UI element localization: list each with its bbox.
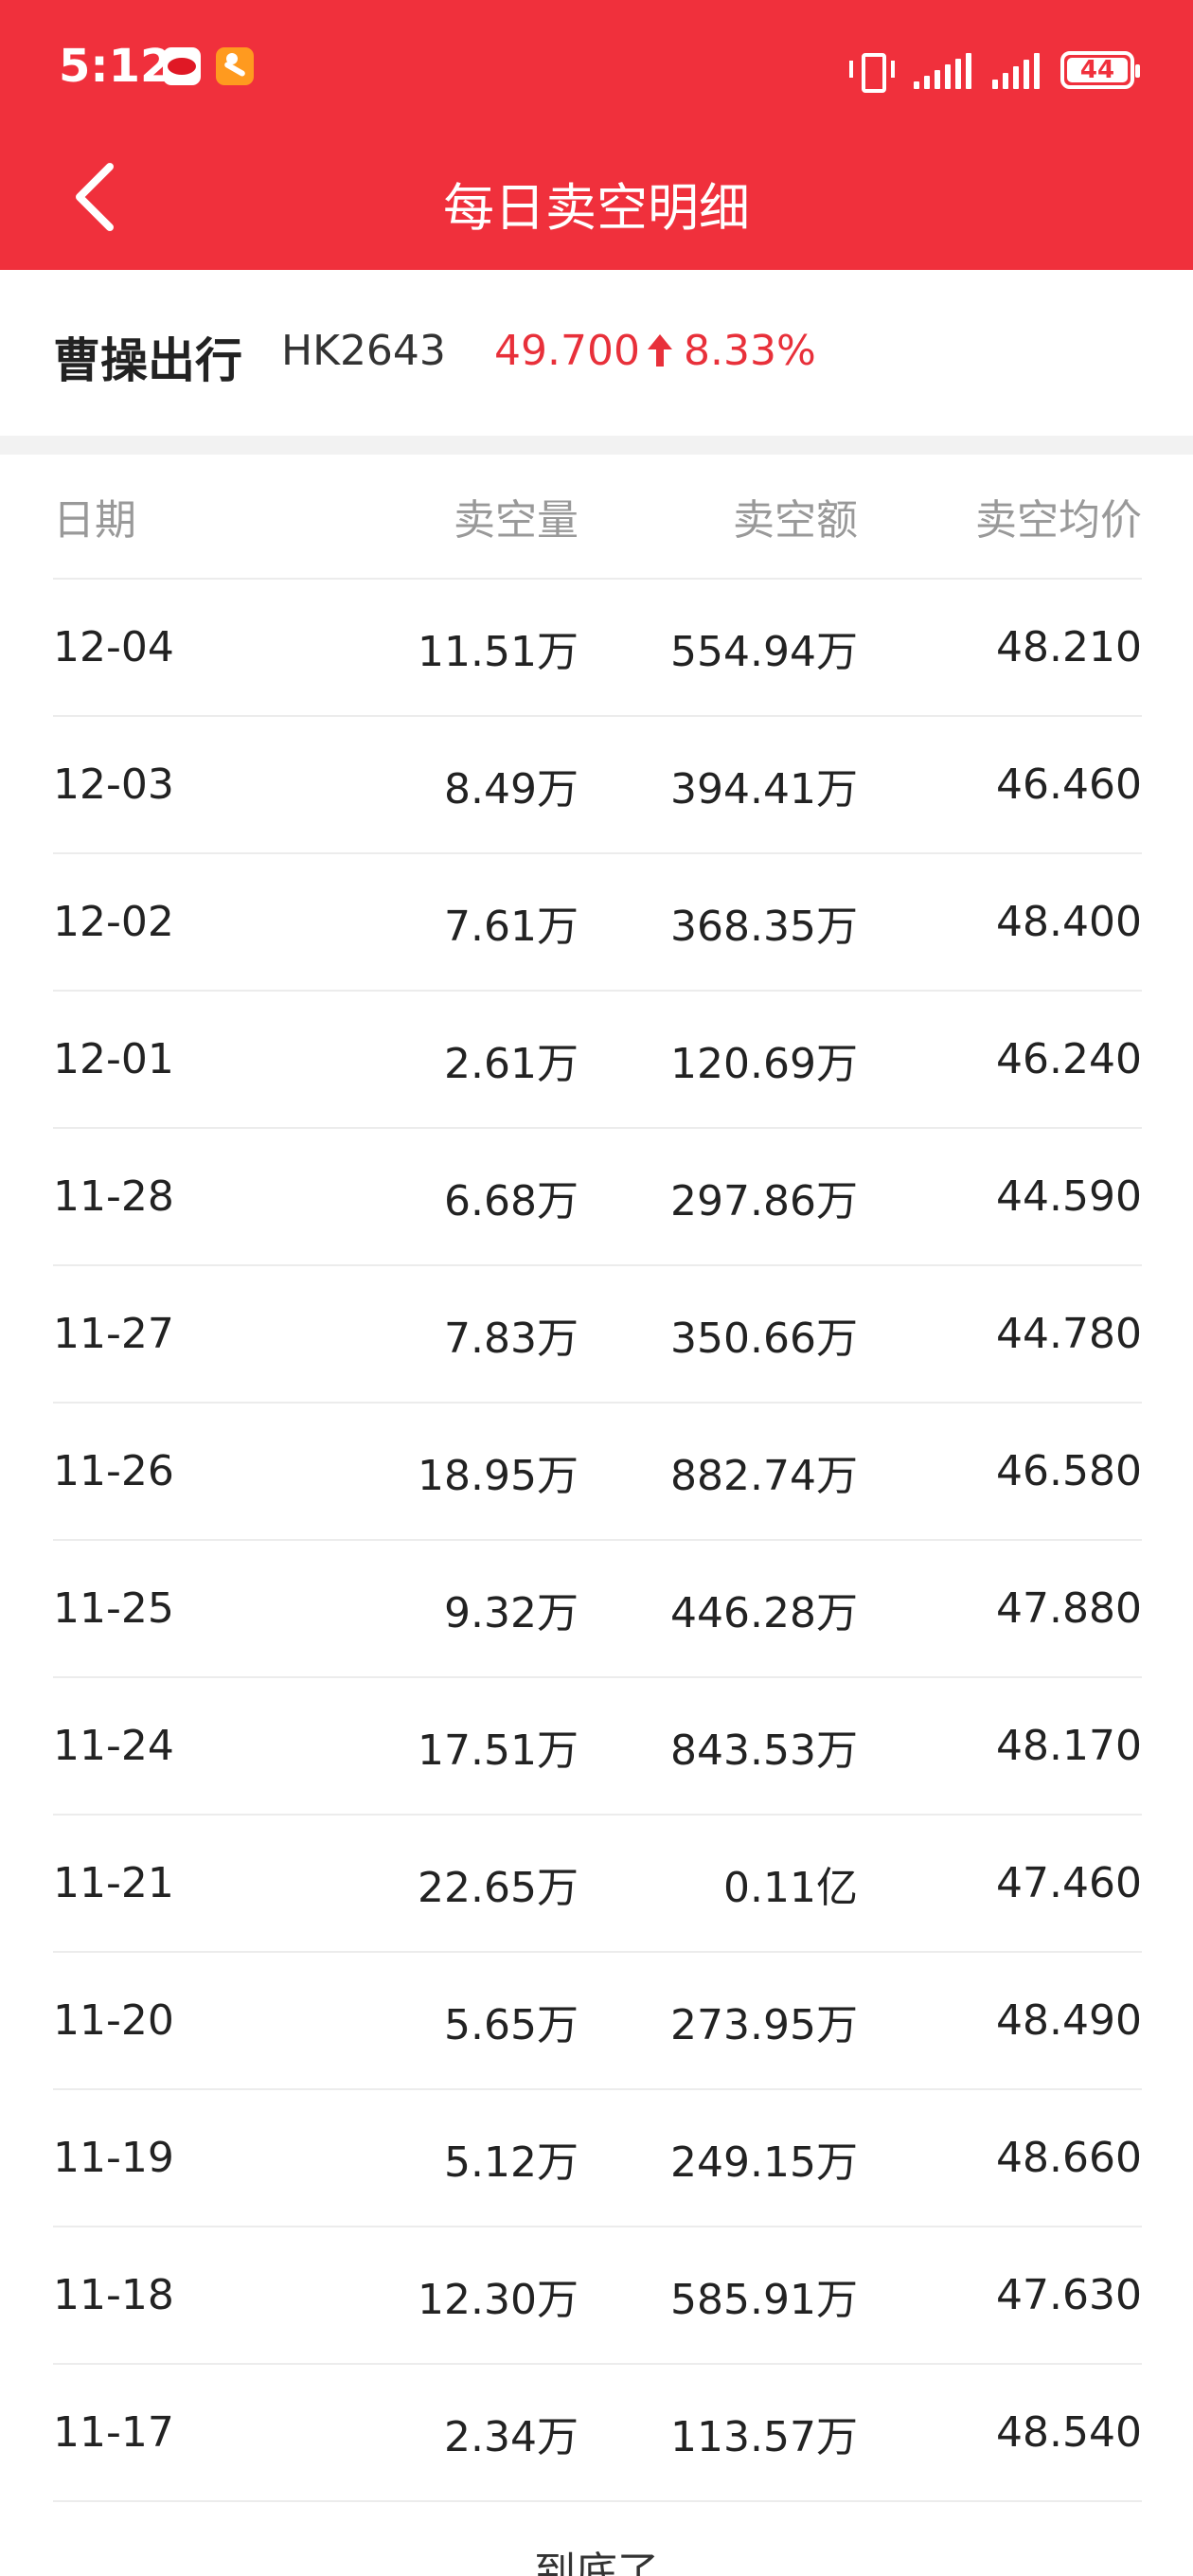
cell-amount: 350.66万	[670, 1314, 858, 1363]
cell-amount: 368.35万	[670, 902, 858, 951]
cell-volume: 5.12万	[444, 2138, 579, 2187]
cell-date: 11-27	[53, 1310, 174, 1358]
cell-volume: 7.61万	[444, 902, 579, 951]
table-row: 11-21 22.65万 0.11亿 47.460	[53, 1816, 1142, 1953]
cell-avg-price: 44.590	[996, 1172, 1142, 1221]
cell-date: 12-03	[53, 760, 174, 809]
cell-amount: 273.95万	[670, 2000, 858, 2049]
table-row: 12-04 11.51万 554.94万 48.210	[53, 580, 1142, 717]
column-header-date: 日期	[53, 496, 136, 545]
cell-volume: 17.51万	[418, 1726, 579, 1775]
battery-icon: 44	[1060, 51, 1140, 89]
cell-avg-price: 47.630	[996, 2271, 1142, 2319]
table-row: 11-20 5.65万 273.95万 48.490	[53, 1953, 1142, 2090]
cell-date: 11-21	[53, 1859, 174, 1907]
cell-amount: 120.69万	[670, 1039, 858, 1088]
cell-avg-price: 48.400	[996, 898, 1142, 946]
cell-volume: 5.65万	[444, 2000, 579, 2049]
cell-volume: 12.30万	[418, 2275, 579, 2324]
table-row: 12-02 7.61万 368.35万 48.400	[53, 854, 1142, 992]
cell-volume: 2.61万	[444, 1039, 579, 1088]
cell-amount: 249.15万	[670, 2138, 858, 2187]
cell-volume: 6.68万	[444, 1176, 579, 1225]
table-row: 11-27 7.83万 350.66万 44.780	[53, 1266, 1142, 1404]
table-row: 11-28 6.68万 297.86万 44.590	[53, 1129, 1142, 1266]
table-row: 11-18 12.30万 585.91万 47.630	[53, 2227, 1142, 2365]
page-title: 每日卖空明细	[443, 178, 750, 238]
status-bar: 5:12 44	[0, 0, 1193, 133]
signal-icon	[914, 53, 971, 89]
cell-volume: 18.95万	[418, 1451, 579, 1500]
table-row: 11-19 5.12万 249.15万 48.660	[53, 2090, 1142, 2227]
cell-avg-price: 46.460	[996, 760, 1142, 809]
table-header: 日期 卖空量 卖空额 卖空均价	[53, 455, 1142, 580]
cell-avg-price: 46.580	[996, 1447, 1142, 1495]
cell-volume: 8.49万	[444, 764, 579, 814]
cell-avg-price: 46.240	[996, 1035, 1142, 1083]
table-row: 11-26 18.95万 882.74万 46.580	[53, 1404, 1142, 1541]
table-body: 12-04 11.51万 554.94万 48.210 12-03 8.49万 394.41…	[53, 580, 1142, 2502]
cell-date: 11-17	[53, 2408, 174, 2457]
cell-amount: 882.74万	[670, 1451, 858, 1500]
cell-avg-price: 47.460	[996, 1859, 1142, 1907]
cell-avg-price: 48.170	[996, 1722, 1142, 1770]
cell-date: 11-25	[53, 1584, 174, 1633]
status-indicators: 44	[849, 45, 1140, 93]
byd-icon	[163, 47, 201, 85]
cell-amount: 297.86万	[670, 1176, 858, 1225]
cell-amount: 113.57万	[670, 2412, 858, 2461]
table-row: 11-17 2.34万 113.57万 48.540	[53, 2365, 1142, 2502]
column-header-volume: 卖空量	[454, 496, 579, 545]
cell-volume: 22.65万	[418, 1863, 579, 1912]
cell-volume: 9.32万	[444, 1588, 579, 1637]
stock-price: 49.700	[494, 327, 640, 375]
cell-amount: 843.53万	[670, 1726, 858, 1775]
cell-amount: 0.11亿	[723, 1863, 858, 1912]
cell-avg-price: 48.490	[996, 1996, 1142, 2045]
divider	[0, 436, 1193, 455]
column-header-avg-price: 卖空均价	[975, 496, 1142, 545]
short-sell-table: 日期 卖空量 卖空额 卖空均价 12-04 11.51万 554.94万 48.210…	[53, 455, 1142, 2502]
table-row: 12-03 8.49万 394.41万 46.460	[53, 717, 1142, 854]
stock-summary: 曹操出行 HK2643 49.700 8.33%	[0, 270, 1193, 436]
app-header: 5:12 44 每日卖空明细	[0, 0, 1193, 270]
cell-volume: 2.34万	[444, 2412, 579, 2461]
cell-date: 11-20	[53, 1996, 174, 2045]
cell-date: 11-19	[53, 2134, 174, 2182]
column-header-amount: 卖空额	[733, 496, 858, 545]
cell-amount: 446.28万	[670, 1588, 858, 1637]
stock-change: 8.33%	[684, 327, 816, 375]
stock-code: HK2643	[281, 327, 446, 375]
cell-amount: 394.41万	[670, 764, 858, 814]
table-row: 11-24 17.51万 843.53万 48.170	[53, 1678, 1142, 1816]
arrow-up-icon	[648, 334, 672, 367]
cell-amount: 554.94万	[670, 627, 858, 676]
table-row: 12-01 2.61万 120.69万 46.240	[53, 992, 1142, 1129]
cell-date: 11-18	[53, 2271, 174, 2319]
cc-app-icon	[216, 47, 254, 85]
cell-avg-price: 48.660	[996, 2134, 1142, 2182]
cell-date: 12-02	[53, 898, 174, 946]
cell-date: 12-01	[53, 1035, 174, 1083]
stock-name: 曹操出行	[53, 333, 242, 388]
status-time: 5:12	[59, 40, 172, 93]
end-of-list: 到底了	[534, 2549, 659, 2576]
cell-avg-price: 47.880	[996, 1584, 1142, 1633]
cell-date: 11-26	[53, 1447, 174, 1495]
cell-date: 11-28	[53, 1172, 174, 1221]
cell-date: 12-04	[53, 623, 174, 671]
cell-avg-price: 48.210	[996, 623, 1142, 671]
cell-volume: 7.83万	[444, 1314, 579, 1363]
signal-icon	[992, 53, 1040, 89]
cell-volume: 11.51万	[418, 627, 579, 676]
cell-amount: 585.91万	[670, 2275, 858, 2324]
cell-avg-price: 44.780	[996, 1310, 1142, 1358]
vibrate-icon	[849, 51, 895, 93]
cell-avg-price: 48.540	[996, 2408, 1142, 2457]
table-row: 11-25 9.32万 446.28万 47.880	[53, 1541, 1142, 1678]
battery-level: 44	[1079, 56, 1115, 84]
cell-date: 11-24	[53, 1722, 174, 1770]
